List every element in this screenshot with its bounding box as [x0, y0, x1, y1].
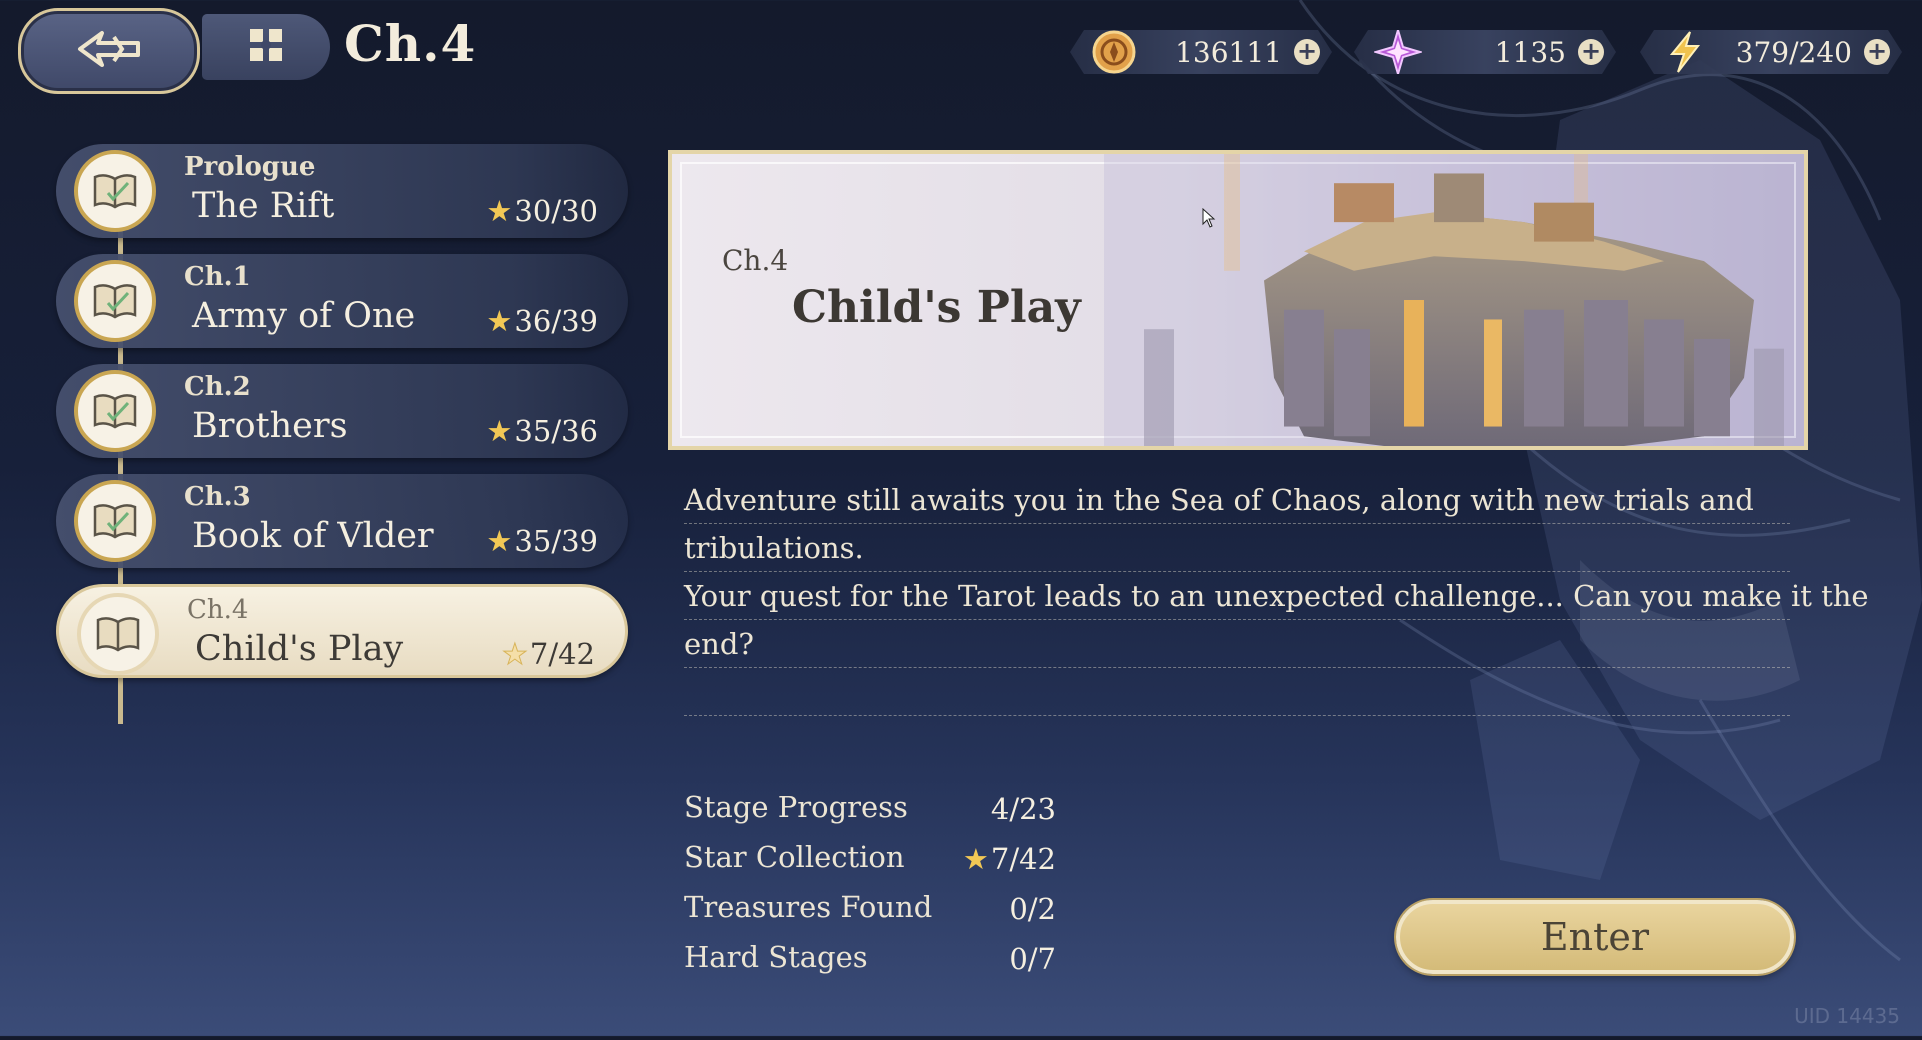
gold-coin-icon — [1090, 28, 1138, 76]
description-line: Adventure still awaits you in the Sea of… — [684, 476, 1790, 524]
description-line: Your quest for the Tarot leads to an une… — [684, 572, 1869, 620]
book-icon — [74, 260, 156, 342]
stamina-counter: 379/240 + — [1640, 30, 1902, 74]
star-icon: ★ — [962, 842, 989, 876]
user-id: UID 14435 — [1794, 1004, 1900, 1028]
back-button[interactable] — [18, 8, 200, 94]
chapter-stars: ★36/39 — [486, 304, 598, 338]
chapter-item-ch2[interactable]: Ch.2 Brothers ★35/36 — [56, 364, 628, 458]
add-stamina-button[interactable]: + — [1864, 39, 1890, 65]
page-title: Ch.4 — [344, 14, 477, 73]
add-gold-button[interactable]: + — [1294, 39, 1320, 65]
book-icon — [74, 480, 156, 562]
floating-island-illustration — [1104, 154, 1804, 446]
chapter-number: Prologue — [184, 152, 316, 182]
mouse-cursor-icon — [1202, 207, 1216, 232]
star-icon: ★ — [486, 524, 513, 558]
chapter-name: Brothers — [192, 406, 348, 446]
chapter-item-prologue[interactable]: Prologue The Rift ★30/30 — [56, 144, 628, 238]
chapter-banner: Ch.4 Child's Play — [668, 150, 1808, 450]
stamina-value: 379/240 — [1735, 36, 1852, 69]
lightning-icon — [1660, 28, 1708, 76]
stat-value: 4/23 — [990, 792, 1056, 826]
star-icon: ★ — [486, 194, 513, 228]
gold-coin-counter: 136111 + — [1070, 30, 1332, 74]
stat-row: Stage Progress 4/23 — [684, 784, 1056, 834]
chapter-stars: ★7/42 — [501, 637, 595, 672]
stat-row: Hard Stages 0/7 — [684, 934, 1056, 984]
banner-chapter-number: Ch.4 — [722, 244, 789, 277]
chapter-name: The Rift — [192, 186, 335, 226]
chapter-name: Child's Play — [195, 629, 404, 669]
chapter-number: Ch.4 — [187, 595, 249, 625]
stat-row: Star Collection ★7/42 — [684, 834, 1056, 884]
description-line: end? — [684, 620, 1790, 668]
chapter-number: Ch.2 — [184, 372, 251, 402]
stat-label: Stage Progress — [684, 790, 908, 824]
stat-value: ★7/42 — [962, 842, 1056, 876]
back-arrow-icon — [74, 27, 144, 75]
description-line — [684, 668, 1790, 716]
chapter-item-ch3[interactable]: Ch.3 Book of Vlder ★35/39 — [56, 474, 628, 568]
add-crystal-button[interactable]: + — [1578, 39, 1604, 65]
chapter-number: Ch.1 — [184, 262, 251, 292]
chapter-stars: ★35/39 — [486, 524, 598, 558]
chapter-item-ch1[interactable]: Ch.1 Army of One ★36/39 — [56, 254, 628, 348]
stat-label: Treasures Found — [684, 890, 933, 924]
chapter-stats: Stage Progress 4/23 Star Collection ★7/4… — [684, 784, 1056, 984]
chapter-stars: ★35/36 — [486, 414, 598, 448]
star-crystal-counter: 1135 + — [1354, 30, 1616, 74]
chapter-number: Ch.3 — [184, 482, 251, 512]
book-icon — [74, 370, 156, 452]
stat-row: Treasures Found 0/2 — [684, 884, 1056, 934]
star-crystal-value: 1135 — [1494, 36, 1566, 69]
star-crystal-icon — [1374, 28, 1422, 76]
stat-value: 0/2 — [1009, 892, 1056, 926]
grid-menu-icon — [246, 25, 286, 69]
stat-value: 0/7 — [1009, 942, 1056, 976]
star-icon: ★ — [501, 637, 528, 672]
book-icon — [77, 593, 159, 675]
chapter-name: Book of Vlder — [192, 516, 434, 556]
chapter-name: Army of One — [192, 296, 416, 336]
star-icon: ★ — [486, 414, 513, 448]
menu-button[interactable] — [202, 14, 330, 80]
star-icon: ★ — [486, 304, 513, 338]
description-line: tribulations. — [684, 524, 1790, 572]
chapter-description: Adventure still awaits you in the Sea of… — [684, 476, 1869, 716]
enter-button[interactable]: Enter — [1396, 900, 1794, 974]
chapter-item-ch4-selected[interactable]: Ch.4 Child's Play ★7/42 — [56, 584, 628, 678]
chapter-stars: ★30/30 — [486, 194, 598, 228]
banner-chapter-title: Child's Play — [792, 282, 1081, 333]
stat-label: Star Collection — [684, 840, 905, 874]
book-icon — [74, 150, 156, 232]
stat-label: Hard Stages — [684, 940, 868, 974]
gold-coin-value: 136111 — [1175, 36, 1282, 69]
